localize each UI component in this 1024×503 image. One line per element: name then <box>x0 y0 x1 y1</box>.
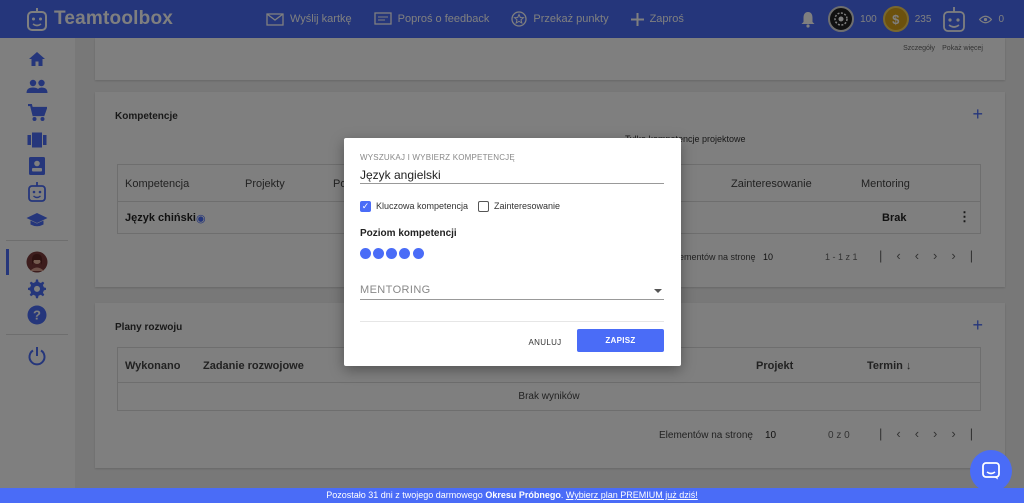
dialog-divider <box>360 321 664 322</box>
banner-text-before: Pozostało 31 dni z twojego darmowego <box>326 490 486 500</box>
interest-label: Zainteresowanie <box>494 201 561 211</box>
level-dot-4[interactable] <box>399 248 410 259</box>
mentoring-select[interactable]: MENTORING <box>360 282 664 300</box>
interest-checkbox[interactable] <box>478 201 489 212</box>
key-competence-label: Kluczowa kompetencja <box>376 201 469 211</box>
level-dot-5[interactable] <box>413 248 424 259</box>
level-dot-1[interactable] <box>360 248 371 259</box>
cancel-button[interactable]: ANULUJ <box>520 331 570 353</box>
chat-button[interactable] <box>970 450 1012 492</box>
level-dot-3[interactable] <box>386 248 397 259</box>
banner-trial-bold: Okresu Próbnego <box>485 490 561 500</box>
chat-icon <box>982 462 1000 480</box>
key-competence-checkbox[interactable]: ✓ <box>360 201 371 212</box>
level-title: Poziom kompetencji <box>360 228 457 239</box>
chevron-down-icon <box>654 289 662 293</box>
trial-banner: Pozostało 31 dni z twojego darmowego Okr… <box>0 488 1024 503</box>
level-dot-2[interactable] <box>373 248 384 259</box>
add-competence-dialog: WYSZUKAJ I WYBIERZ KOMPETENCJĘ ✓ Kluczow… <box>344 138 681 366</box>
premium-link[interactable]: Wybierz plan PREMIUM już dziś! <box>566 490 698 500</box>
competence-search-input[interactable] <box>360 166 664 184</box>
search-label: WYSZUKAJ I WYBIERZ KOMPETENCJĘ <box>360 153 515 162</box>
save-button[interactable]: ZAPISZ <box>577 329 664 352</box>
mentoring-placeholder: MENTORING <box>360 284 431 296</box>
